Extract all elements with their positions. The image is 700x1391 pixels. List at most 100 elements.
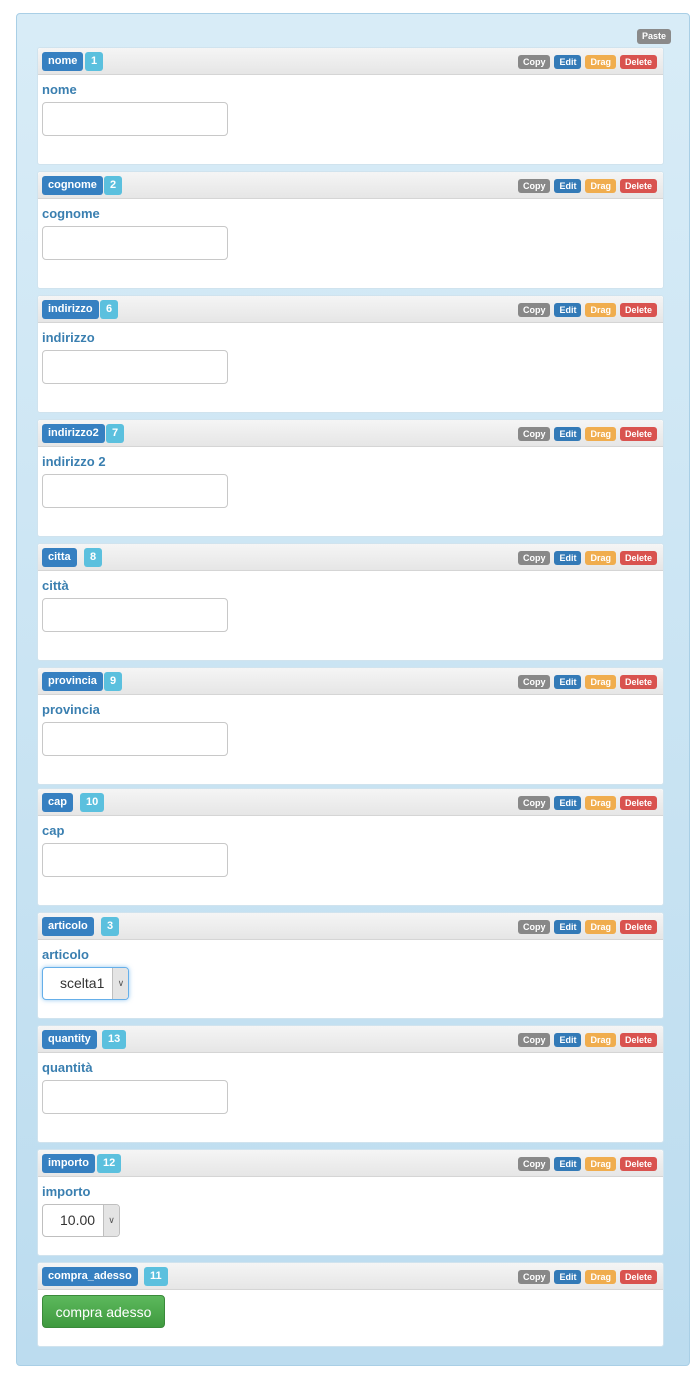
panel-actions: Copy Edit Drag Delete <box>517 179 657 193</box>
edit-button[interactable]: Edit <box>554 796 582 810</box>
drag-handle[interactable]: Drag <box>585 675 616 689</box>
indirizzo2-input[interactable] <box>42 474 228 508</box>
panel-header: importo 12 Copy Edit Drag Delete <box>38 1150 663 1177</box>
field-id-badge: 13 <box>102 1030 127 1049</box>
quantity-input[interactable] <box>42 1080 228 1114</box>
drag-handle[interactable]: Drag <box>585 1270 616 1284</box>
panel-actions: Copy Edit Drag Delete <box>517 551 657 565</box>
delete-button[interactable]: Delete <box>619 1157 657 1171</box>
cognome-input[interactable] <box>42 226 228 260</box>
panel-actions: Copy Edit Drag Delete <box>517 796 657 810</box>
delete-button[interactable]: Delete <box>619 1270 657 1284</box>
edit-button[interactable]: Edit <box>554 1270 582 1284</box>
edit-button[interactable]: Edit <box>554 920 582 934</box>
provincia-input[interactable] <box>42 722 228 756</box>
field-name-badge: compra_adesso <box>42 1267 138 1286</box>
field-label: articolo <box>42 947 89 962</box>
delete-button[interactable]: Delete <box>619 675 657 689</box>
field-label: quantità <box>42 1060 93 1075</box>
panel-actions: Copy Edit Drag Delete <box>517 675 657 689</box>
field-panel-citta: citta 8 Copy Edit Drag Delete città <box>37 543 664 661</box>
panel-header: nome 1 Copy Edit Drag Delete <box>38 48 663 75</box>
field-label: indirizzo 2 <box>42 454 106 469</box>
field-panel-quantity: quantity 13 Copy Edit Drag Delete quanti… <box>37 1025 664 1143</box>
field-name-badge: indirizzo <box>42 300 99 319</box>
field-label: indirizzo <box>42 330 95 345</box>
edit-button[interactable]: Edit <box>554 675 582 689</box>
copy-button[interactable]: Copy <box>517 920 551 934</box>
copy-button[interactable]: Copy <box>517 1270 551 1284</box>
copy-button[interactable]: Copy <box>517 55 551 69</box>
field-panel-provincia: provincia 9 Copy Edit Drag Delete provin… <box>37 667 664 785</box>
delete-button[interactable]: Delete <box>619 55 657 69</box>
drag-handle[interactable]: Drag <box>585 55 616 69</box>
citta-input[interactable] <box>42 598 228 632</box>
drag-handle[interactable]: Drag <box>585 303 616 317</box>
drag-handle[interactable]: Drag <box>585 551 616 565</box>
copy-button[interactable]: Copy <box>517 796 551 810</box>
panel-body: nome <box>38 75 663 164</box>
field-panel-compra_adesso: compra_adesso 11 Copy Edit Drag Delete c… <box>37 1262 664 1347</box>
delete-button[interactable]: Delete <box>619 179 657 193</box>
compra-adesso-button[interactable]: compra adesso <box>42 1295 165 1328</box>
field-id-badge: 8 <box>84 548 103 567</box>
drag-handle[interactable]: Drag <box>585 1033 616 1047</box>
field-id-badge: 6 <box>100 300 119 319</box>
panel-actions: Copy Edit Drag Delete <box>517 427 657 441</box>
field-name-badge: quantity <box>42 1030 97 1049</box>
edit-button[interactable]: Edit <box>554 551 582 565</box>
nome-input[interactable] <box>42 102 228 136</box>
copy-button[interactable]: Copy <box>517 1033 551 1047</box>
articolo-select[interactable]: scelta1 ∨ <box>42 967 130 1000</box>
field-id-badge: 7 <box>106 424 125 443</box>
copy-button[interactable]: Copy <box>517 551 551 565</box>
field-label: importo <box>42 1184 91 1199</box>
copy-button[interactable]: Copy <box>517 179 551 193</box>
edit-button[interactable]: Edit <box>554 179 582 193</box>
panel-header: provincia 9 Copy Edit Drag Delete <box>38 668 663 695</box>
drag-handle[interactable]: Drag <box>585 427 616 441</box>
edit-button[interactable]: Edit <box>554 55 582 69</box>
delete-button[interactable]: Delete <box>619 303 657 317</box>
panel-actions: Copy Edit Drag Delete <box>517 55 657 69</box>
field-label: provincia <box>42 702 100 717</box>
panel-body: compra adesso <box>38 1290 663 1346</box>
importo-select[interactable]: 10.00 ∨ <box>42 1204 121 1237</box>
field-panel-articolo: articolo 3 Copy Edit Drag Delete articol… <box>37 912 664 1019</box>
field-panel-cognome: cognome 2 Copy Edit Drag Delete cognome <box>37 171 664 289</box>
panel-body: indirizzo <box>38 323 663 412</box>
copy-button[interactable]: Copy <box>517 427 551 441</box>
chevron-down-icon[interactable]: ∨ <box>103 1205 120 1236</box>
paste-button[interactable]: Paste <box>636 29 671 44</box>
field-name-badge: citta <box>42 548 77 567</box>
edit-button[interactable]: Edit <box>554 1157 582 1171</box>
chevron-down-icon[interactable]: ∨ <box>112 968 129 999</box>
drag-handle[interactable]: Drag <box>585 796 616 810</box>
edit-button[interactable]: Edit <box>554 427 582 441</box>
delete-button[interactable]: Delete <box>619 427 657 441</box>
delete-button[interactable]: Delete <box>619 1033 657 1047</box>
copy-button[interactable]: Copy <box>517 303 551 317</box>
edit-button[interactable]: Edit <box>554 303 582 317</box>
delete-button[interactable]: Delete <box>619 920 657 934</box>
drag-handle[interactable]: Drag <box>585 179 616 193</box>
copy-button[interactable]: Copy <box>517 1157 551 1171</box>
field-label: nome <box>42 82 77 97</box>
drag-handle[interactable]: Drag <box>585 920 616 934</box>
delete-button[interactable]: Delete <box>619 796 657 810</box>
field-id-badge: 10 <box>80 793 105 812</box>
indirizzo-input[interactable] <box>42 350 228 384</box>
field-id-badge: 1 <box>85 52 104 71</box>
field-name-badge: articolo <box>42 917 94 936</box>
panel-body: città <box>38 571 663 660</box>
panel-header: cap 10 Copy Edit Drag Delete <box>38 789 663 816</box>
copy-button[interactable]: Copy <box>517 675 551 689</box>
field-label: cognome <box>42 206 100 221</box>
drag-handle[interactable]: Drag <box>585 1157 616 1171</box>
field-name-badge: nome <box>42 52 84 71</box>
panel-body: provincia <box>38 695 663 784</box>
field-label: città <box>42 578 69 593</box>
delete-button[interactable]: Delete <box>619 551 657 565</box>
edit-button[interactable]: Edit <box>554 1033 582 1047</box>
cap-input[interactable] <box>42 843 228 877</box>
